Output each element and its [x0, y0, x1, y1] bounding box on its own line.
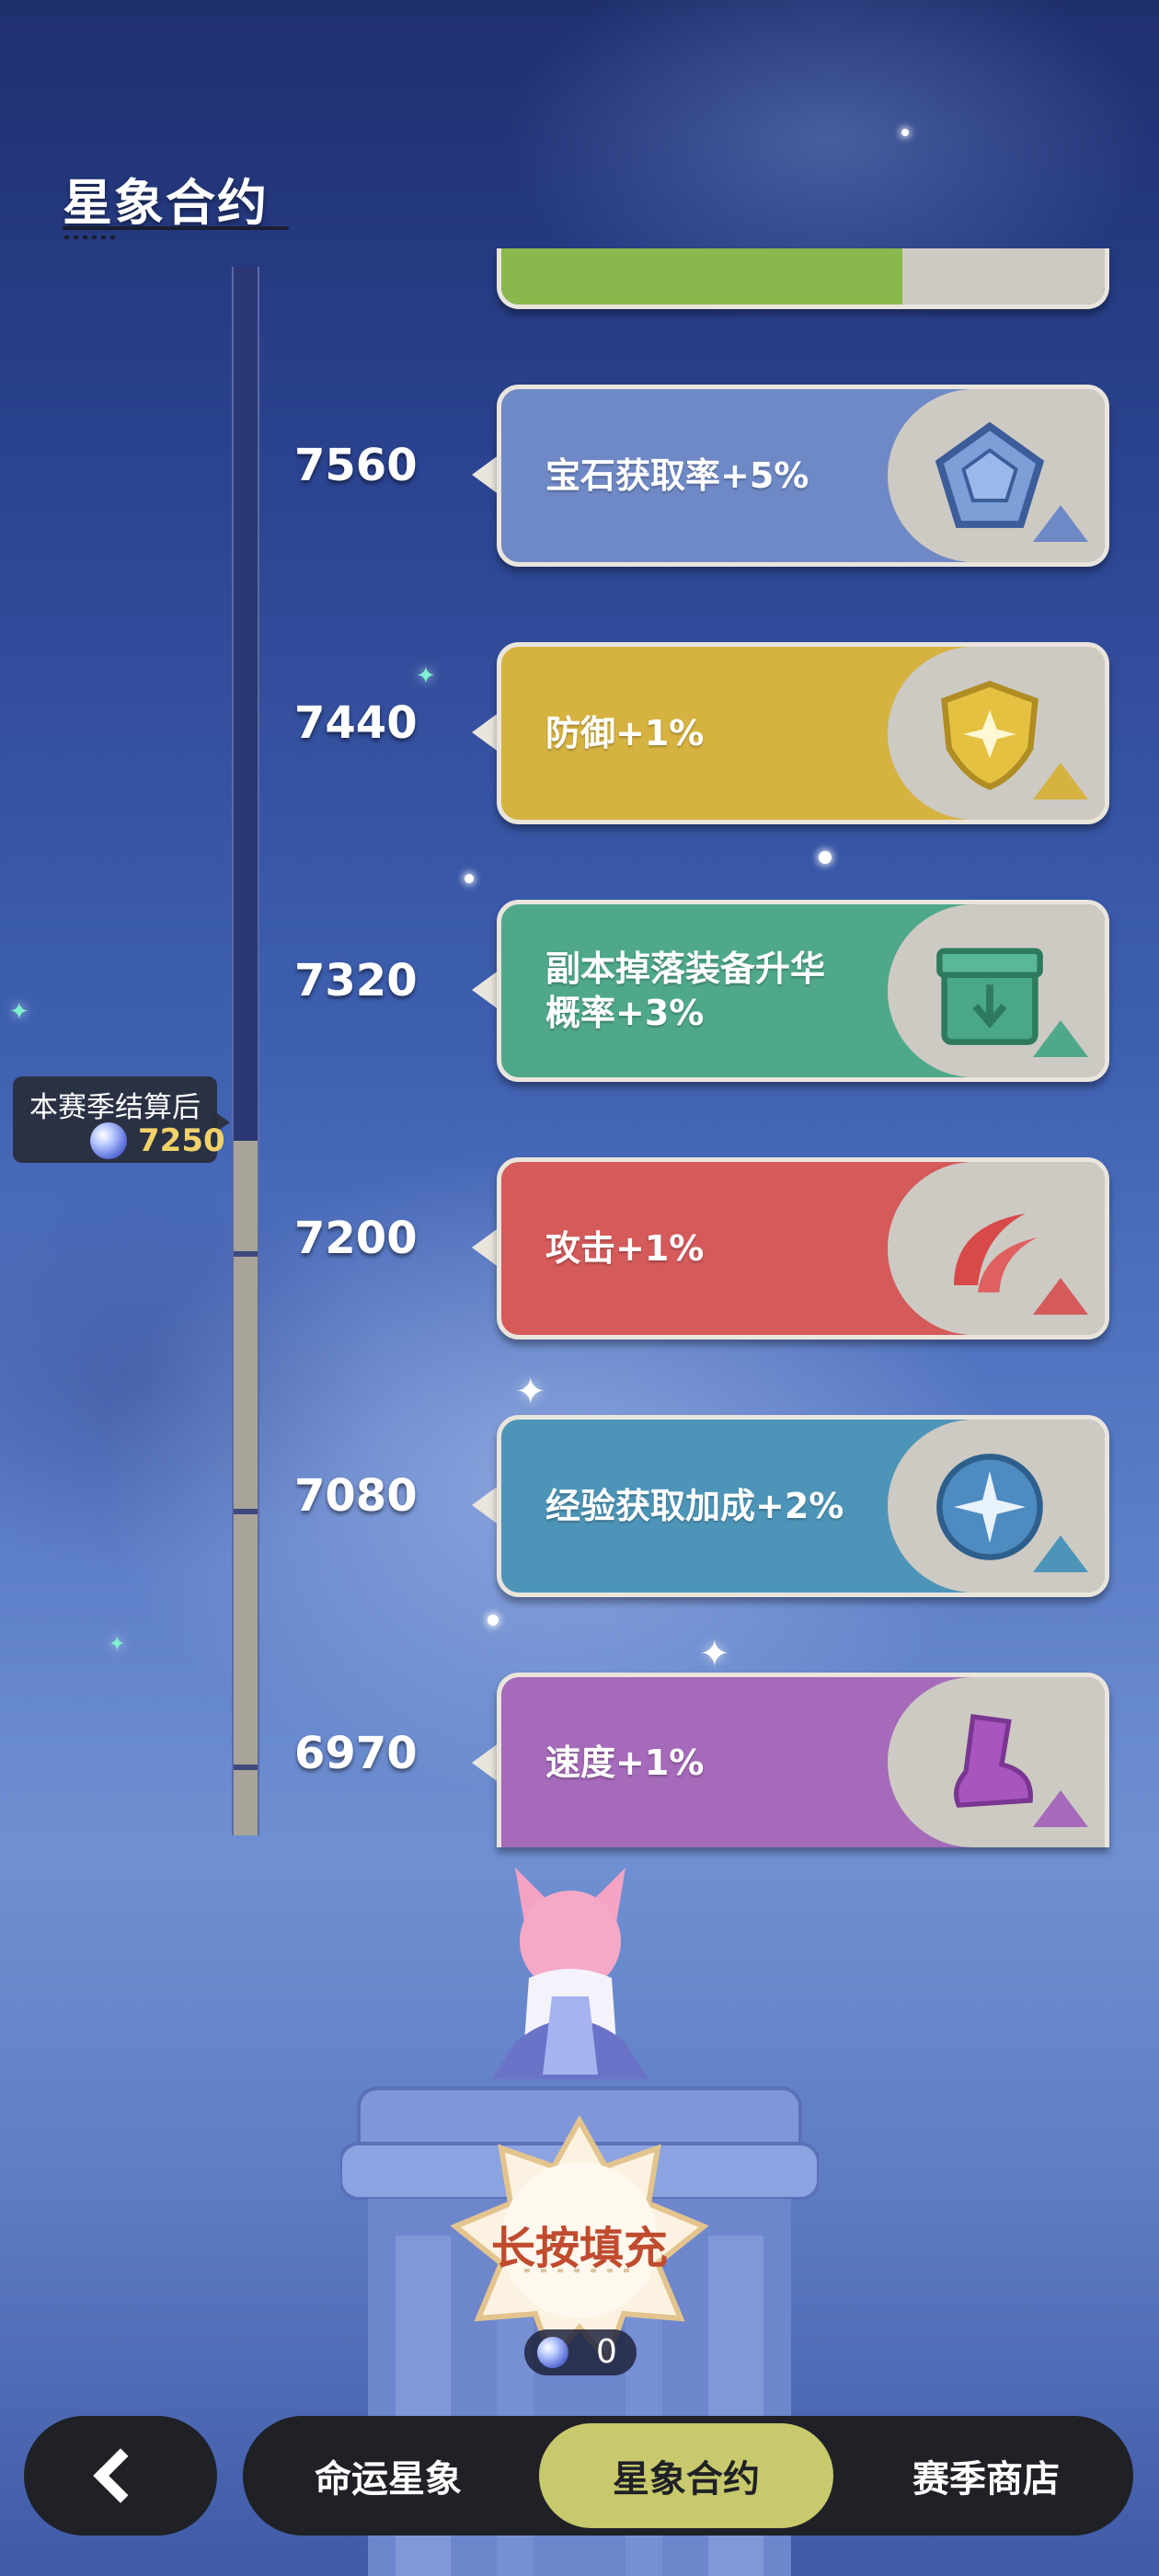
reward-level-7560: 7560 宝石获取率+5% — [0, 375, 1159, 567]
reward-card[interactable]: 速度+1% — [497, 1673, 1109, 1847]
reward-level-7320: 7320 副本掉落装备升华 概率+3% — [0, 891, 1159, 1082]
reward-card-partial-fill — [501, 248, 915, 305]
background-star — [819, 851, 832, 864]
card-pointer — [472, 712, 499, 753]
page-title: 星象合约 — [63, 174, 269, 232]
reward-text: 经验获取加成+2% — [545, 1486, 844, 1526]
exp-orb-icon — [936, 1454, 1043, 1560]
reward-icon-area — [888, 1420, 1105, 1593]
fill-cost-value: 0 — [596, 2333, 617, 2371]
reward-icon-area — [888, 647, 1105, 820]
reward-icon-area — [888, 389, 1105, 562]
reward-text: 副本掉落装备升华 概率+3% — [545, 949, 826, 1033]
card-pointer — [472, 970, 499, 1010]
reward-text: 速度+1% — [545, 1742, 705, 1783]
card-pointer — [472, 1485, 499, 1525]
reward-card-partial-iconarea — [902, 248, 1105, 305]
level-score: 7440 — [294, 697, 418, 749]
background-star — [901, 129, 909, 136]
boot-icon — [954, 1714, 1033, 1808]
box-icon — [936, 948, 1043, 1045]
tab-season-shop[interactable]: 赛季商店 — [859, 2416, 1113, 2536]
upgrade-arrow-icon — [1033, 1535, 1088, 1572]
reward-card[interactable]: 副本掉落装备升华 概率+3% — [497, 900, 1109, 1082]
reward-card[interactable]: 宝石获取率+5% — [497, 385, 1109, 567]
fill-button-label: 长按填充 — [490, 2223, 668, 2274]
star-gem-icon — [537, 2337, 568, 2368]
shield-icon — [941, 680, 1039, 790]
level-score: 7320 — [294, 955, 418, 1006]
upgrade-arrow-icon — [1033, 1278, 1088, 1315]
level-score: 7560 — [294, 440, 418, 491]
reward-card-partial[interactable] — [497, 248, 1109, 309]
gem-icon — [935, 421, 1045, 528]
sparkle-icon: ✦ — [109, 1633, 126, 1656]
reward-text: 宝石获取率+5% — [545, 455, 809, 496]
upgrade-arrow-icon — [1033, 505, 1088, 542]
reward-card[interactable]: 防御+1% — [497, 642, 1109, 824]
reward-icon-area — [888, 1677, 1105, 1847]
level-score: 7080 — [294, 1470, 418, 1522]
reward-card[interactable]: 经验获取加成+2% — [497, 1415, 1109, 1597]
fill-cost: 0 — [524, 2329, 637, 2375]
reward-card[interactable]: 攻击+1% — [497, 1157, 1109, 1340]
back-button[interactable] — [24, 2416, 217, 2536]
level-score: 6970 — [294, 1728, 418, 1779]
chevron-left-icon — [93, 2448, 148, 2503]
level-score: 7200 — [294, 1213, 418, 1264]
fill-button-dots — [524, 2269, 635, 2272]
reward-level-6970: 6970 速度+1% — [0, 1663, 1159, 1847]
reward-icon-area — [888, 1162, 1105, 1335]
card-pointer — [472, 454, 499, 495]
tab-fate-constellation[interactable]: 命运星象 — [261, 2416, 515, 2536]
slash-icon — [954, 1213, 1038, 1293]
reward-level-7440: 7440 防御+1% — [0, 633, 1159, 824]
tab-constellation-contract[interactable]: 星象合约 — [539, 2423, 833, 2528]
reward-level-7200: 7200 攻击+1% — [0, 1148, 1159, 1340]
reward-level-7080: 7080 经验获取加成+2% — [0, 1406, 1159, 1597]
upgrade-arrow-icon — [1033, 1790, 1088, 1827]
upgrade-arrow-icon — [1033, 1020, 1088, 1057]
title-dots — [64, 236, 116, 239]
reward-text: 防御+1% — [545, 713, 705, 753]
bottom-nav: 命运星象 星象合约 赛季商店 — [243, 2416, 1133, 2536]
reward-text: 攻击+1% — [545, 1228, 705, 1269]
card-pointer — [472, 1742, 499, 1783]
title-underline — [63, 226, 289, 230]
background-star — [465, 874, 474, 883]
card-pointer — [472, 1227, 499, 1268]
current-score-label: 本赛季结算后 — [29, 1091, 201, 1124]
upgrade-arrow-icon — [1033, 763, 1088, 799]
reward-icon-area — [888, 904, 1105, 1077]
background-star — [488, 1615, 499, 1626]
